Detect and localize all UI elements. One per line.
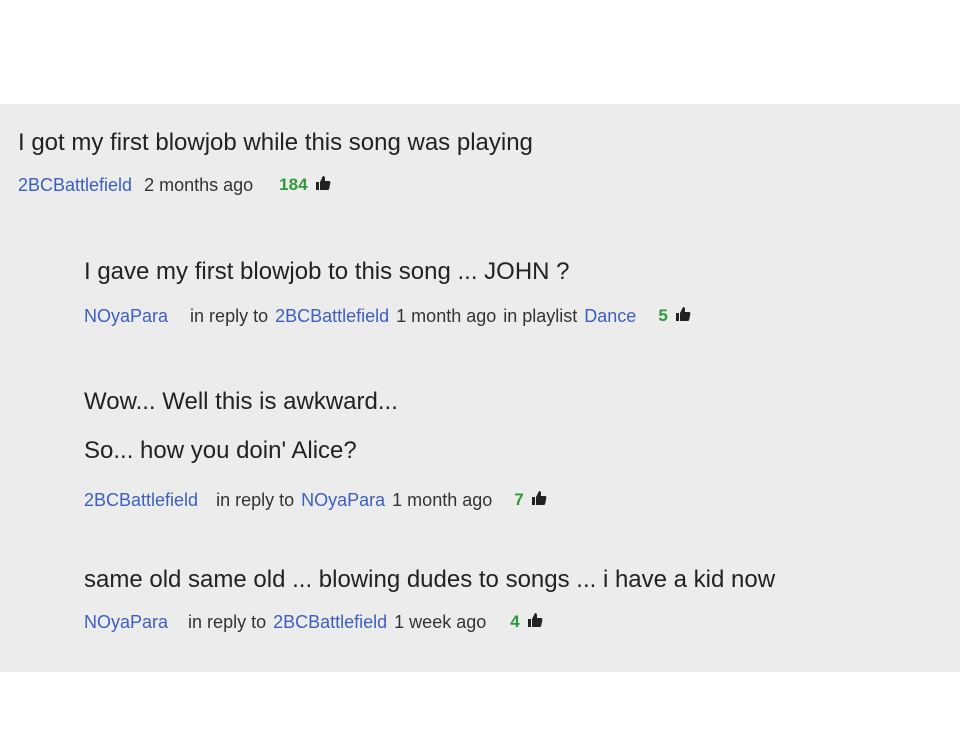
author-link[interactable]: 2BCBattlefield	[84, 489, 198, 511]
timestamp: 1 month ago	[392, 490, 493, 510]
like-count: 5	[658, 306, 668, 325]
comment-text: Wow... Well this is awkward... So... how…	[84, 383, 547, 481]
timestamp: 1 month ago	[396, 306, 497, 326]
like-count: 4	[510, 612, 520, 631]
comment-meta: 2BCBattlefield in reply to NOyaPara 1 mo…	[84, 489, 547, 511]
thumbs-up-icon[interactable]	[527, 612, 543, 628]
comment-1: I got my first blowjob while this song w…	[18, 124, 533, 196]
author-link[interactable]: NOyaPara	[84, 611, 168, 633]
comment-text: same old same old ... blowing dudes to s…	[84, 566, 776, 593]
reply-to-link[interactable]: NOyaPara	[301, 489, 385, 511]
comment-meta: NOyaPara in reply to 2BCBattlefield 1 mo…	[84, 305, 691, 327]
comment-3: Wow... Well this is awkward... So... how…	[84, 383, 547, 511]
comment-text: I gave my first blowjob to this song ...…	[84, 258, 570, 285]
author-link[interactable]: NOyaPara	[84, 305, 168, 327]
playlist-link[interactable]: Dance	[584, 305, 636, 327]
reply-prefix: in reply to	[188, 612, 267, 632]
reply-to-link[interactable]: 2BCBattlefield	[273, 611, 387, 633]
author-link[interactable]: 2BCBattlefield	[18, 174, 132, 196]
timestamp: 2 months ago	[144, 175, 254, 195]
comment-text-line: So... how you doin' Alice?	[84, 437, 357, 464]
comment-text: I got my first blowjob while this song w…	[18, 129, 533, 156]
playlist-prefix: in playlist	[503, 306, 578, 326]
thumbs-up-icon[interactable]	[675, 306, 691, 322]
comment-meta: 2BCBattlefield 2 months ago 184	[18, 174, 533, 196]
comment-meta: NOyaPara in reply to 2BCBattlefield 1 we…	[84, 611, 775, 633]
reply-to-link[interactable]: 2BCBattlefield	[275, 305, 389, 327]
comment-2: I gave my first blowjob to this song ...…	[84, 253, 691, 327]
comment-4: same old same old ... blowing dudes to s…	[84, 561, 775, 633]
comment-text-line: Wow... Well this is awkward...	[84, 388, 398, 415]
thumbs-up-icon[interactable]	[531, 490, 547, 506]
thumbs-up-icon[interactable]	[315, 175, 331, 191]
reply-prefix: in reply to	[190, 306, 269, 326]
timestamp: 1 week ago	[394, 612, 487, 632]
like-count: 184	[279, 175, 308, 194]
reply-prefix: in reply to	[216, 490, 295, 510]
like-count: 7	[514, 490, 524, 509]
